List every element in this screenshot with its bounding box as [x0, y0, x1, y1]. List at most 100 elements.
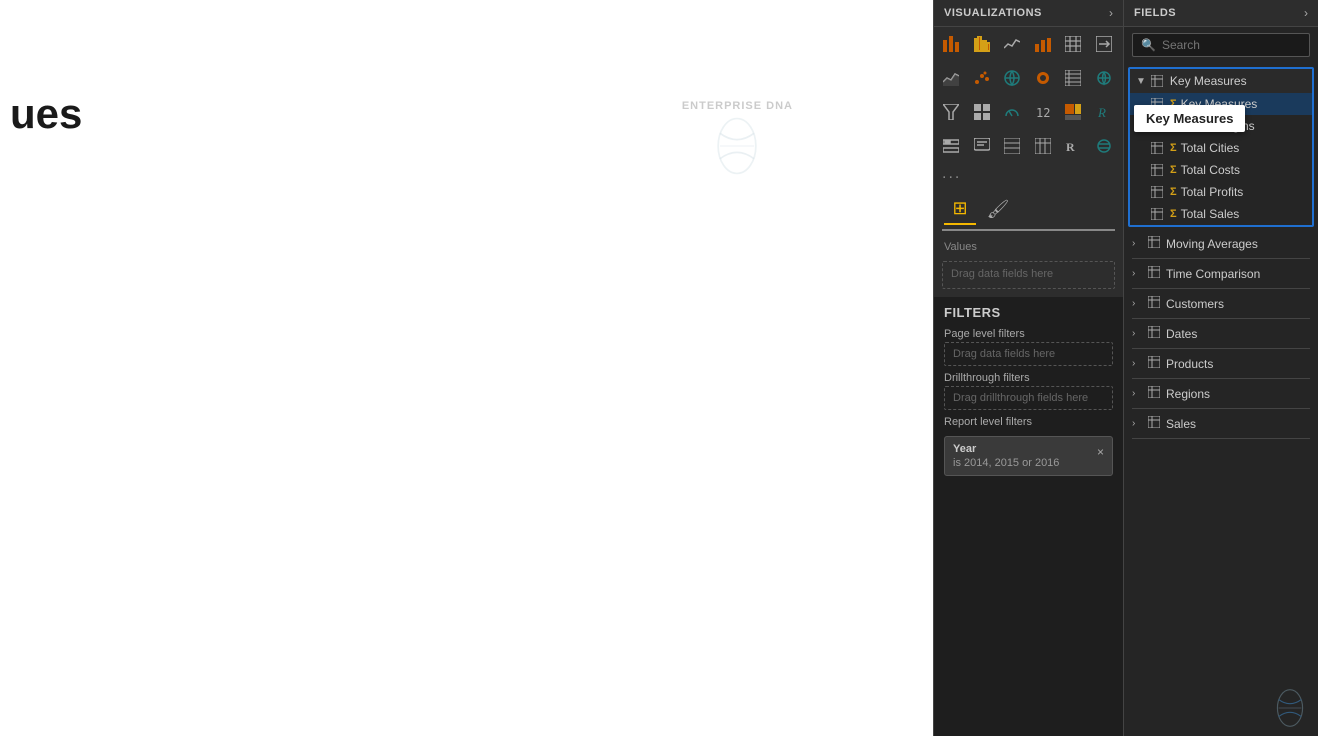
viz-icons-row3: 123 R [934, 95, 1123, 129]
fields-separator [1132, 288, 1310, 289]
field-icon-ts [1150, 207, 1164, 221]
grid-visual-icon[interactable] [969, 99, 995, 125]
fields-panel-chevron-icon[interactable]: › [1304, 6, 1308, 20]
values-label: Values [942, 237, 1115, 257]
key-measures-group: ▼ Key Measures Σ Key Measures Σ [1128, 67, 1314, 227]
svg-text:R: R [1097, 105, 1106, 120]
gauge-icon[interactable] [999, 99, 1025, 125]
field-group-time-comparison[interactable]: › Time Comparison [1124, 261, 1318, 286]
page-level-drop-zone[interactable]: Drag data fields here [944, 342, 1113, 366]
filter-tag-close-icon[interactable]: × [1097, 445, 1104, 459]
field-group-chevron-icon: › [1132, 358, 1144, 369]
slicer-icon[interactable] [938, 133, 964, 159]
field-group-chevron-icon: › [1132, 268, 1144, 279]
field-group-products[interactable]: › Products [1124, 351, 1318, 376]
fields-separator [1132, 378, 1310, 379]
matrix2-icon[interactable] [1030, 133, 1056, 159]
more-icons-indicator: ... [934, 163, 1123, 185]
column-chart-icon[interactable] [1030, 31, 1056, 57]
treemap-icon[interactable] [1060, 99, 1086, 125]
key-measures-group-header[interactable]: ▼ Key Measures [1130, 69, 1312, 93]
globe-icon[interactable] [1091, 65, 1117, 91]
smart-narrative-icon[interactable] [969, 133, 995, 159]
scatter-chart-icon[interactable] [969, 65, 995, 91]
field-group-sales[interactable]: › Sales [1124, 411, 1318, 436]
key-measures-label: Key Measures [1170, 74, 1247, 88]
field-item-total-costs[interactable]: Σ Total Costs [1130, 159, 1312, 181]
page-title: ues [10, 90, 82, 138]
main-canvas: ues ENTERPRISE DNA [0, 0, 933, 736]
sigma-icon-total-sales: Σ [1170, 208, 1177, 220]
viz-icons-row1 [934, 27, 1123, 61]
field-icon-tp [1150, 185, 1164, 199]
field-group-dates[interactable]: › Dates [1124, 321, 1318, 346]
viz-panel-title: VISUALIZATIONS [944, 7, 1042, 19]
field-group-label: Time Comparison [1166, 267, 1260, 281]
filter-tag-value: is 2014, 2015 or 2016 [953, 457, 1104, 469]
field-item-total-sales[interactable]: Σ Total Sales [1130, 203, 1312, 225]
custom-globe-icon[interactable] [1091, 133, 1117, 159]
report-level-label: Report level filters [944, 416, 1113, 428]
fields-tab-icon[interactable]: ⊞ [944, 193, 976, 225]
field-item-total-cities[interactable]: Σ Total Cities [1130, 137, 1312, 159]
table-icon[interactable] [1060, 31, 1086, 57]
fields-separator [1132, 258, 1310, 259]
field-group-table-icon [1148, 326, 1160, 341]
filter-tag-title: Year [953, 443, 1104, 455]
fields-panel-title: FIELDS [1134, 7, 1176, 19]
field-group-table-icon [1148, 296, 1160, 311]
values-drop-zone[interactable]: Drag data fields here [942, 261, 1115, 289]
donut-icon[interactable] [1030, 65, 1056, 91]
visualizations-panel: VISUALIZATIONS › [933, 0, 1123, 736]
field-group-label: Dates [1166, 327, 1197, 341]
search-input[interactable] [1162, 38, 1317, 52]
field-groups-container: › Moving Averages › Time Comparison › Cu… [1124, 231, 1318, 439]
field-group-table-icon [1148, 386, 1160, 401]
table2-icon[interactable] [999, 133, 1025, 159]
r-icon[interactable]: R [1091, 99, 1117, 125]
search-icon: 🔍 [1141, 38, 1156, 52]
viz-panel-chevron-icon[interactable]: › [1109, 6, 1113, 20]
sigma-icon-total-cities: Σ [1170, 142, 1177, 154]
field-group-table-icon [1148, 266, 1160, 281]
line-chart-icon[interactable] [999, 31, 1025, 57]
svg-text:123: 123 [1036, 106, 1051, 120]
sigma-icon-total-profits: Σ [1170, 186, 1177, 198]
field-group-label: Regions [1166, 387, 1210, 401]
matrix-icon[interactable] [1060, 65, 1086, 91]
field-group-moving-averages[interactable]: › Moving Averages [1124, 231, 1318, 256]
field-group-table-icon [1148, 416, 1160, 431]
field-group-label: Moving Averages [1166, 237, 1258, 251]
area-chart-icon[interactable] [938, 65, 964, 91]
enterprise-dna-logo: ENTERPRISE DNA [682, 100, 793, 176]
field-group-table-icon [1148, 356, 1160, 371]
clustered-bar-icon[interactable] [969, 31, 995, 57]
r-script-icon[interactable]: R [1060, 133, 1086, 159]
fields-panel-header: FIELDS › [1124, 0, 1318, 27]
field-group-customers[interactable]: › Customers [1124, 291, 1318, 316]
map-icon[interactable] [999, 65, 1025, 91]
field-group-regions[interactable]: › Regions [1124, 381, 1318, 406]
key-measures-tooltip: Key Measures [1134, 105, 1245, 132]
viz-icons-row2 [934, 61, 1123, 95]
fields-separator [1132, 408, 1310, 409]
drillthrough-drop-zone[interactable]: Drag drillthrough fields here [944, 386, 1113, 410]
fields-list: ▼ Key Measures Σ Key Measures Σ [1124, 63, 1318, 680]
viz-tabs: ⊞ 🖌 [942, 189, 1115, 231]
key-measures-collapse-icon: ▼ [1136, 76, 1146, 87]
page-level-filters-label: Page level filters [944, 328, 1113, 340]
number-icon[interactable]: 123 [1030, 99, 1056, 125]
format-tab-icon[interactable]: 🖌 [982, 193, 1014, 225]
dna-icon [707, 116, 767, 176]
filter-icon[interactable] [938, 99, 964, 125]
field-item-total-profits[interactable]: Σ Total Profits [1130, 181, 1312, 203]
field-group-table-icon [1148, 236, 1160, 251]
kpi-icon[interactable] [1091, 31, 1117, 57]
field-group-label: Products [1166, 357, 1213, 371]
fields-search-box: 🔍 [1132, 33, 1310, 57]
field-group-chevron-icon: › [1132, 238, 1144, 249]
key-measures-table-icon [1150, 74, 1164, 88]
fields-panel: FIELDS › 🔍 Key Measures ▼ Key Measures [1123, 0, 1318, 736]
stacked-bar-icon[interactable] [938, 31, 964, 57]
field-group-chevron-icon: › [1132, 388, 1144, 399]
